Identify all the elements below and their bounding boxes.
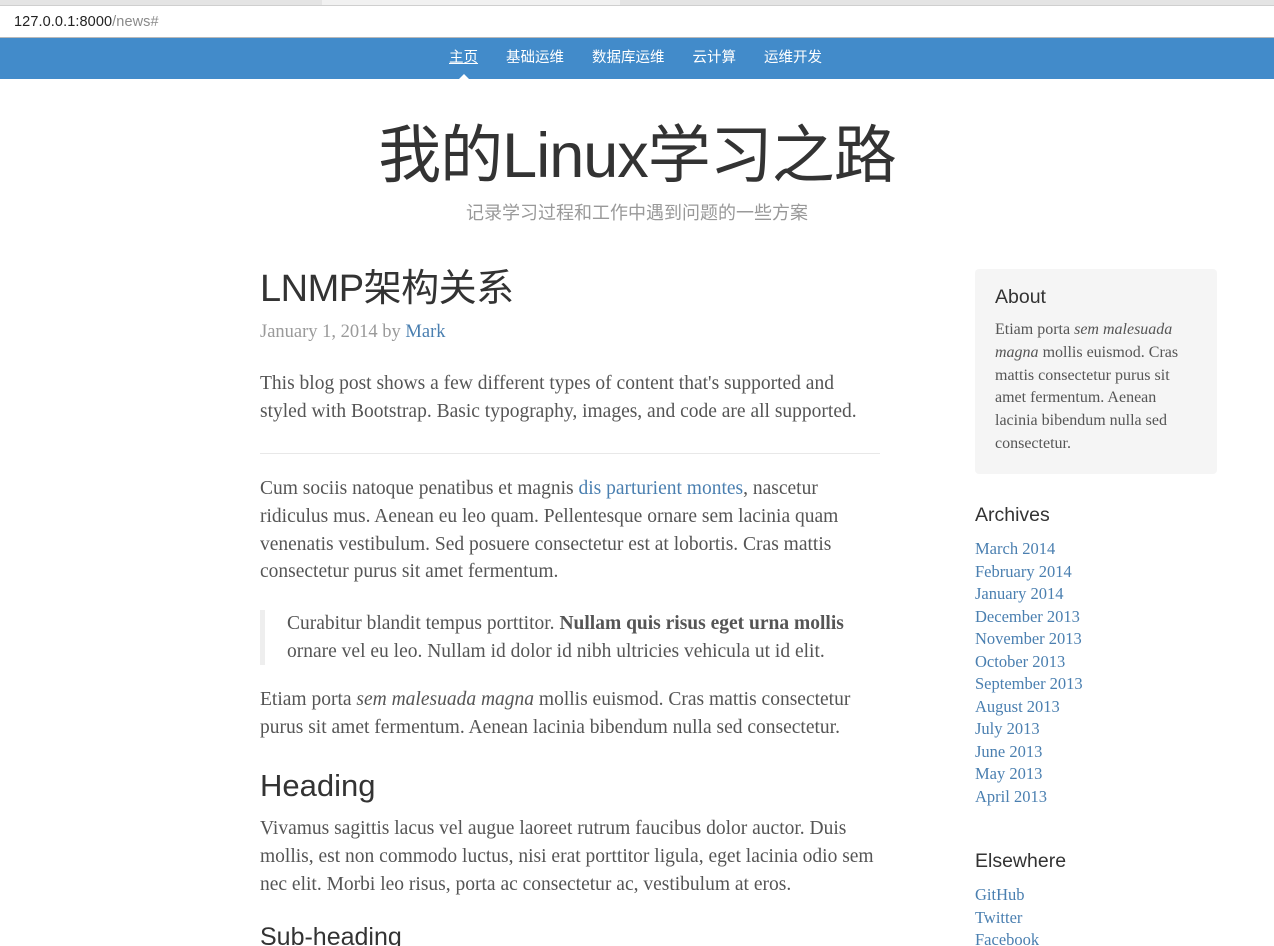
elsewhere-link-github[interactable]: GitHub (975, 885, 1025, 904)
list-item: September 2013 (975, 673, 1217, 695)
nav-item-home[interactable]: 主页 (435, 38, 492, 80)
paragraph-2-emphasis: sem malesuada magna (356, 689, 535, 711)
list-item: Twitter (975, 907, 1217, 929)
list-item: GitHub (975, 884, 1217, 906)
nav-item-label: 主页 (449, 50, 478, 66)
active-nav-caret-icon (457, 74, 470, 80)
list-item: June 2013 (975, 741, 1217, 763)
post-paragraph-3: Vivamus sagittis lacus vel augue laoreet… (260, 818, 874, 895)
content-row: LNMP架构关系 January 1, 2014 by Mark This bl… (0, 268, 1274, 946)
archive-link-december-2013[interactable]: December 2013 (975, 607, 1080, 626)
archive-link-september-2013[interactable]: September 2013 (975, 674, 1083, 693)
list-item: Facebook (975, 929, 1217, 946)
about-text-before: Etiam porta (995, 321, 1075, 339)
post-lead-paragraph: This blog post shows a few different typ… (260, 372, 857, 422)
blockquote-bold-text: Nullam quis risus eget urna mollis (559, 613, 844, 635)
address-bar-text: 127.0.0.1:8000/news# (14, 14, 159, 30)
archive-link-june-2013[interactable]: June 2013 (975, 742, 1042, 761)
archive-link-march-2014[interactable]: March 2014 (975, 539, 1055, 558)
list-item: April 2013 (975, 786, 1217, 808)
list-item: February 2014 (975, 561, 1217, 583)
archives-heading: Archives (975, 504, 1050, 527)
blockquote-text: Curabitur blandit tempus porttitor. Null… (287, 610, 880, 665)
sidebar-module-archives: Archives March 2014 February 2014 Januar… (975, 504, 1217, 808)
elsewhere-heading: Elsewhere (975, 850, 1067, 873)
browser-address-bar[interactable]: 127.0.0.1:8000/news# (0, 6, 1274, 38)
archive-link-november-2013[interactable]: November 2013 (975, 629, 1082, 648)
list-item: May 2013 (975, 763, 1217, 785)
browser-tab-strip (0, 0, 1274, 6)
post-title: LNMP架构关系 (260, 268, 514, 311)
sidebar: About Etiam porta sem malesuada magna mo… (975, 269, 1217, 946)
elsewhere-link-facebook[interactable]: Facebook (975, 930, 1039, 946)
about-text: Etiam porta sem malesuada magna mollis e… (995, 319, 1197, 455)
post-subheading: Sub-heading (260, 922, 402, 946)
elsewhere-list: GitHub Twitter Facebook (975, 884, 1217, 946)
list-item: March 2014 (975, 538, 1217, 560)
dis-parturient-montes-link[interactable]: dis parturient montes (578, 478, 743, 499)
sidebar-module-about: About Etiam porta sem malesuada magna mo… (975, 269, 1217, 475)
list-item: November 2013 (975, 628, 1217, 650)
post-paragraph-2: Etiam porta sem malesuada magna mollis e… (260, 686, 880, 741)
blog-subtitle: 记录学习过程和工作中遇到问题的一些方案 (466, 203, 808, 224)
list-item: August 2013 (975, 696, 1217, 718)
list-item: December 2013 (975, 606, 1217, 628)
blog-title: 我的Linux学习之路 (378, 121, 897, 191)
archive-link-july-2013[interactable]: July 2013 (975, 719, 1040, 738)
nav-item-cloud-computing[interactable]: 云计算 (679, 38, 751, 79)
url-host: 127.0.0.1:8000 (14, 13, 113, 30)
paragraph-2-text-before: Etiam porta (260, 689, 357, 711)
archive-link-may-2013[interactable]: May 2013 (975, 764, 1042, 783)
list-item: July 2013 (975, 718, 1217, 740)
post-by-label: by (382, 321, 401, 342)
archives-list: March 2014 February 2014 January 2014 De… (975, 538, 1217, 808)
post-heading: Heading (260, 767, 376, 803)
blockquote-text-after: ornare vel eu leo. Nullam id dolor id ni… (287, 640, 825, 662)
archive-link-february-2014[interactable]: February 2014 (975, 562, 1072, 581)
browser-tab-ghost-left[interactable] (0, 0, 322, 5)
post-body: This blog post shows a few different typ… (260, 370, 880, 946)
post-blockquote: Curabitur blandit tempus porttitor. Null… (260, 610, 880, 666)
about-heading: About (995, 286, 1046, 309)
post-meta: January 1, 2014 by Mark (260, 322, 880, 343)
url-path: /news# (112, 13, 159, 30)
post-author-link[interactable]: Mark (405, 322, 445, 342)
archive-link-january-2014[interactable]: January 2014 (975, 584, 1063, 603)
main-navbar: 主页 基础运维 数据库运维 云计算 运维开发 (0, 38, 1274, 80)
nav-item-basic-ops[interactable]: 基础运维 (492, 38, 578, 79)
post-paragraph-1: Cum sociis natoque penatibus et magnis d… (260, 475, 880, 586)
blockquote-text-before: Curabitur blandit tempus porttitor. (287, 613, 560, 635)
blog-masthead: 我的Linux学习之路 记录学习过程和工作中遇到问题的一些方案 (0, 79, 1274, 225)
nav-item-database-ops[interactable]: 数据库运维 (578, 38, 679, 79)
blog-post: LNMP架构关系 January 1, 2014 by Mark This bl… (260, 268, 880, 946)
blog-page: 我的Linux学习之路 记录学习过程和工作中遇到问题的一些方案 LNMP架构关系… (0, 79, 1274, 946)
post-divider (260, 453, 880, 455)
list-item: January 2014 (975, 583, 1217, 605)
navbar-items: 主页 基础运维 数据库运维 云计算 运维开发 (435, 38, 836, 80)
main-content-column: LNMP架构关系 January 1, 2014 by Mark This bl… (260, 268, 880, 946)
browser-tab-ghost-right[interactable] (620, 0, 1274, 5)
archive-link-august-2013[interactable]: August 2013 (975, 697, 1060, 716)
list-item: October 2013 (975, 651, 1217, 673)
elsewhere-link-twitter[interactable]: Twitter (975, 908, 1022, 927)
nav-item-devops[interactable]: 运维开发 (750, 38, 836, 79)
sidebar-module-elsewhere: Elsewhere GitHub Twitter Facebook (975, 850, 1217, 946)
paragraph-1-text-before: Cum sociis natoque penatibus et magnis (260, 478, 579, 500)
archive-link-april-2013[interactable]: April 2013 (975, 787, 1047, 806)
post-date: January 1, 2014 (260, 321, 378, 342)
archive-link-october-2013[interactable]: October 2013 (975, 652, 1065, 671)
